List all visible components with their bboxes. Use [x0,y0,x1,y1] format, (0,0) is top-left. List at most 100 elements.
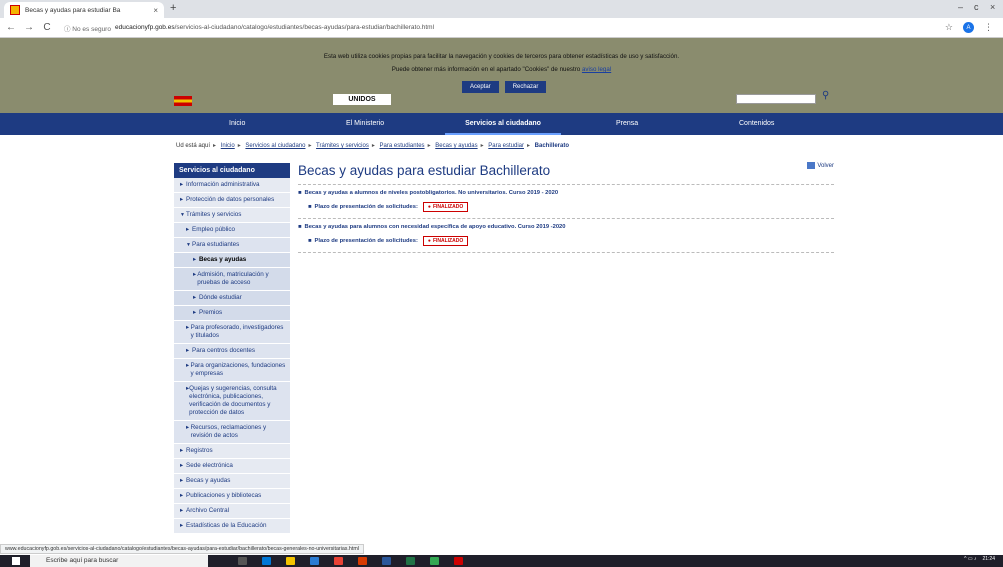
nav-prensa[interactable]: Prensa [616,113,638,135]
sidebar-item-donde-estudiar[interactable]: ▸ Dónde estudiar [174,291,290,306]
breadcrumb-tramites[interactable]: Trámites y servicios [316,143,369,149]
sidebar-item-profesorado[interactable]: ▸ Para profesorado, investigadores y titu… [174,321,290,344]
nav-servicios-al-ciudadano[interactable]: Servicios al ciudadano [445,113,561,135]
sidebar-item-empleo[interactable]: ▸ Empleo público [174,223,290,238]
task-view-icon[interactable] [238,557,247,565]
sidebar-item-registros[interactable]: ▸ Registros [174,444,290,459]
status-text: FINALIZADO [432,238,464,244]
word-icon[interactable] [382,557,391,565]
url-host: educacionyfp.gob.es [114,24,175,31]
status-badge: ● FINALIZADO [422,236,469,246]
list-item: ■ Becas y ayudas para alumnos con necesid… [298,219,834,253]
sidebar-item-becas-ayudas[interactable]: ▸ Becas y ayudas [174,474,290,489]
chrome-active-icon[interactable] [430,557,439,565]
nav-el-ministerio[interactable]: El Ministerio [346,113,384,135]
new-tab-button[interactable]: + [170,2,176,14]
mail-icon[interactable] [310,557,319,565]
plazo-label: Plazo de presentación de solicitudes: [314,204,418,210]
sidebar-item-label: Dónde estudiar [199,294,242,301]
explorer-icon[interactable] [286,557,295,565]
sidebar-item-sede[interactable]: ▸ Sede electrónica [174,459,290,474]
nav-inicio[interactable]: Inicio [229,113,245,135]
back-button[interactable]: ← [4,22,18,33]
restore-button[interactable]: c [974,2,979,12]
cookie-line-2: Puede obtener más información en el apar… [0,63,1003,76]
system-tray: ^ ▭ ♪ 21:24 [964,556,995,562]
sidebar-item-publicaciones[interactable]: ▸ Publicaciones y bibliotecas [174,489,290,504]
powerpoint-icon[interactable] [358,557,367,565]
taskbar-search-input[interactable]: Escribe aquí para buscar [30,555,208,567]
sidebar-item-label: Recursos, reclamaciones y revisión de ac… [190,424,267,439]
plazo-row: ■ Plazo de presentación de solicitudes: ●… [298,202,834,212]
sidebar-item-label: Publicaciones y bibliotecas [186,492,262,499]
sidebar-item-label: Para profesorado, investigadores y titul… [190,324,284,339]
status-url: www.educacionyfp.gob.es/servicios-al-ciu… [0,544,364,554]
sidebar-item-estadisticas[interactable]: ▸ Estadísticas de la Educación [174,519,290,534]
sidebar-item-quejas[interactable]: ▸ Quejas y sugerencias, consulta electrón… [174,382,290,421]
excel-icon[interactable] [406,557,415,565]
breadcrumb-prefix: Ud está aquí [176,143,211,149]
address-bar: ← → C ⓘ No es seguro educacionyfp.gob.es… [0,18,1003,38]
sidebar-item-estudiantes[interactable]: ▼Para estudiantes [174,238,290,253]
close-window-button[interactable]: × [990,2,995,12]
browser-tabstrip: Becas y ayudas para estudiar Ba × + – c … [0,0,1003,18]
cookie-accept-button[interactable]: Aceptar [462,81,499,93]
bookmark-star-icon[interactable]: ☆ [945,22,953,33]
profile-avatar[interactable]: A [963,22,974,33]
sidebar-item-proteccion[interactable]: ▸ Protección de datos personales [174,193,290,208]
plazo-row: ■ Plazo de presentación de solicitudes: ●… [298,236,834,246]
sidebar-item-archivo[interactable]: ▸ Archivo Central [174,504,290,519]
sidebar-item-admision[interactable]: ▸ Admisión, matriculación y pruebas de ac… [174,268,290,291]
sidebar-item-label: Becas y ayudas [186,477,231,484]
breadcrumb-inicio[interactable]: Inicio [221,143,235,149]
sidebar-item-centros[interactable]: ▸ Para centros docentes [174,344,290,359]
browser-tab[interactable]: Becas y ayudas para estudiar Ba × [4,2,164,18]
sidebar-item-tramites[interactable]: ▼Trámites y servicios [174,208,290,223]
sidebar-item-label: Becas y ayudas [199,256,247,263]
entry-title: Becas y ayudas para alumnos con necesida… [304,224,566,230]
sidebar-item-label: Para centros docentes [192,347,256,354]
windows-start-icon[interactable] [12,557,20,565]
breadcrumb: Ud está aquí ▸ Inicio ▸ Servicios al ciuda… [176,143,570,149]
breadcrumb-servicios[interactable]: Servicios al ciudadano [245,143,305,149]
acrobat-icon[interactable] [454,557,463,565]
sidebar-item-premios[interactable]: ▸ Premios [174,306,290,321]
url-field[interactable]: ⓘ No es seguro educacionyfp.gob.es /serv… [64,23,434,33]
browser-menu-icon[interactable]: ⋮ [984,22,993,33]
breadcrumb-estudiantes[interactable]: Para estudiantes [380,143,425,149]
tab-title: Becas y ayudas para estudiar Ba [25,6,121,14]
sidebar-item-label: Para estudiantes [192,241,240,248]
tab-close-icon[interactable]: × [153,6,158,15]
breadcrumb-para-estudiar[interactable]: Para estudiar [488,143,524,149]
nav-contenidos[interactable]: Contenidos [739,113,774,135]
volver-button[interactable]: Volver [807,162,834,169]
unidos-logo: UNIDOS [333,94,391,105]
clock[interactable]: 21:24 [982,556,995,562]
minimize-button[interactable]: – [958,2,963,12]
reload-button[interactable]: C [40,22,54,33]
status-text: FINALIZADO [432,204,464,210]
cookie-reject-button[interactable]: Rechazar [504,81,547,93]
forward-button[interactable]: → [22,22,36,33]
sidebar-heading[interactable]: Servicios al ciudadano [174,163,290,178]
entry-link[interactable]: ■ Becas y ayudas para alumnos con necesid… [298,224,834,230]
sidebar-item-label: Sede electrónica [186,462,233,469]
search-icon[interactable]: ⚲ [822,90,829,101]
chrome-icon[interactable] [334,557,343,565]
cookie-line-2-text: Puede obtener más información en el apar… [391,66,582,73]
sidebar-item-organizaciones[interactable]: ▸ Para organizaciones, fundaciones y empr… [174,359,290,382]
sidebar-item-recursos[interactable]: ▸ Recursos, reclamaciones y revisión de a… [174,421,290,444]
entry-link[interactable]: ■ Becas y ayudas a alumnos de niveles pos… [298,190,834,196]
sidebar-item-informacion[interactable]: ▸ Información administrativa [174,178,290,193]
sidebar-item-becas-selected[interactable]: ▸ Becas y ayudas [174,253,290,268]
back-arrow-icon [807,162,816,169]
site-search-input[interactable] [736,94,816,104]
windows-taskbar: Escribe aquí para buscar ^ ▭ ♪ 21:24 [0,555,1003,567]
insecure-label[interactable]: ⓘ No es seguro [64,23,111,33]
edge-icon[interactable] [262,557,271,565]
tray-icons[interactable]: ^ ▭ ♪ [964,556,976,562]
site-header: Esta web utiliza cookies propias para fa… [0,38,1003,113]
breadcrumb-current: Bachillerato [534,143,570,149]
breadcrumb-becas[interactable]: Becas y ayudas [435,143,477,149]
aviso-legal-link[interactable]: aviso legal [582,66,611,73]
